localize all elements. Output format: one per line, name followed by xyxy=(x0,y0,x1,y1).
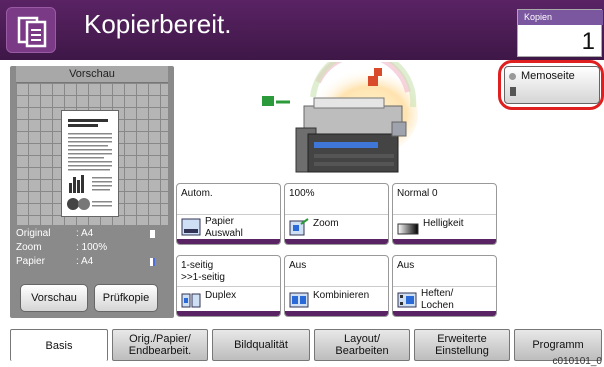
preview-panel: Vorschau Original: A4 Zoom: 100% Papie… xyxy=(10,66,174,318)
divider xyxy=(177,214,280,215)
radio-indicator-icon xyxy=(509,73,516,80)
image-code: c010101_0 xyxy=(552,356,603,367)
accent-bar xyxy=(285,239,388,244)
info-paper-value: : A4 xyxy=(76,256,94,267)
printer-illustration xyxy=(258,48,428,180)
tab-original-paper[interactable]: Orig./Papier/ Endbearbeit. xyxy=(112,329,208,361)
accent-bar xyxy=(285,311,388,316)
staple-icon xyxy=(397,292,417,308)
combine-label: Kombinieren xyxy=(313,290,370,301)
tab-program-label: Programm xyxy=(532,339,584,351)
document-thumbnail xyxy=(61,110,119,217)
divider xyxy=(393,286,496,287)
density-value: Normal 0 xyxy=(397,188,438,199)
portrait-icon xyxy=(150,230,155,238)
tab-image-quality[interactable]: Bildqualität xyxy=(212,329,310,361)
info-original-label: Original xyxy=(16,228,51,239)
tab-basis[interactable]: Basis xyxy=(10,329,108,361)
copy-app-icon xyxy=(6,7,56,53)
combine-button[interactable]: Aus Kombinieren xyxy=(284,255,389,317)
tab-layout-edit-label: Layout/ Bearbeiten xyxy=(335,333,389,357)
density-label: Helligkeit xyxy=(423,218,464,229)
preview-button[interactable]: Vorschau xyxy=(20,284,88,312)
staple-punch-button[interactable]: Aus Heften/ Lochen xyxy=(392,255,497,317)
status-title: Kopierbereit. xyxy=(84,9,232,39)
memo-page-button[interactable]: Memoseite xyxy=(504,66,600,104)
duplex-icon xyxy=(181,293,201,308)
copies-label: Kopien xyxy=(518,10,603,25)
duplex-button[interactable]: 1-seitig >>1-seitig Duplex xyxy=(176,255,281,317)
paper-selection-value: Autom. xyxy=(181,188,213,199)
duplex-label: Duplex xyxy=(205,290,237,301)
zoom-icon xyxy=(289,218,309,236)
tab-layout-edit[interactable]: Layout/ Bearbeiten xyxy=(314,329,410,361)
accent-bar xyxy=(177,311,280,316)
header-bar: Kopierbereit. Kopien 1 xyxy=(0,0,604,60)
duplex-value: 1-seitig >>1-seitig xyxy=(181,260,225,283)
staple-punch-label: Heften/ Lochen xyxy=(421,288,454,311)
zoom-label: Zoom xyxy=(313,218,339,229)
zoom-button[interactable]: 100% Zoom xyxy=(284,183,389,245)
divider xyxy=(393,214,496,215)
paper-selection-button[interactable]: Autom. Papier Auswahl xyxy=(176,183,281,245)
combine-icon xyxy=(289,292,309,308)
paper-tray-icon xyxy=(150,258,155,266)
paper-select-icon xyxy=(181,218,201,236)
zoom-value: 100% xyxy=(289,188,315,199)
combine-value: Aus xyxy=(289,260,307,271)
preview-area xyxy=(16,83,168,225)
copies-field[interactable]: Kopien 1 xyxy=(517,9,603,57)
density-button[interactable]: Normal 0 Helligkeit xyxy=(392,183,497,245)
memo-doc-icon xyxy=(510,87,516,96)
paper-selection-label: Papier Auswahl xyxy=(205,216,243,239)
staple-punch-value: Aus xyxy=(397,260,415,271)
divider xyxy=(285,214,388,215)
info-paper-label: Papier xyxy=(16,256,45,267)
tab-advanced-settings[interactable]: Erweiterte Einstellung xyxy=(414,329,510,361)
info-original-value: : A4 xyxy=(76,228,94,239)
info-zoom-value: : 100% xyxy=(76,242,108,253)
accent-bar xyxy=(393,311,496,316)
divider xyxy=(177,286,280,287)
density-icon xyxy=(397,223,419,235)
tab-original-paper-label: Orig./Papier/ Endbearbeit. xyxy=(128,333,192,357)
tab-basis-label: Basis xyxy=(45,339,73,352)
accent-bar xyxy=(393,239,496,244)
accent-bar xyxy=(177,239,280,244)
preview-title: Vorschau xyxy=(16,66,168,83)
copies-value: 1 xyxy=(581,28,595,55)
info-zoom-label: Zoom xyxy=(16,242,42,253)
divider xyxy=(285,286,388,287)
tab-advanced-settings-label: Erweiterte Einstellung xyxy=(435,333,489,357)
test-copy-button[interactable]: Prüfkopie xyxy=(94,284,158,312)
tab-image-quality-label: Bildqualität xyxy=(234,339,288,351)
memo-page-label: Memoseite xyxy=(521,70,575,82)
